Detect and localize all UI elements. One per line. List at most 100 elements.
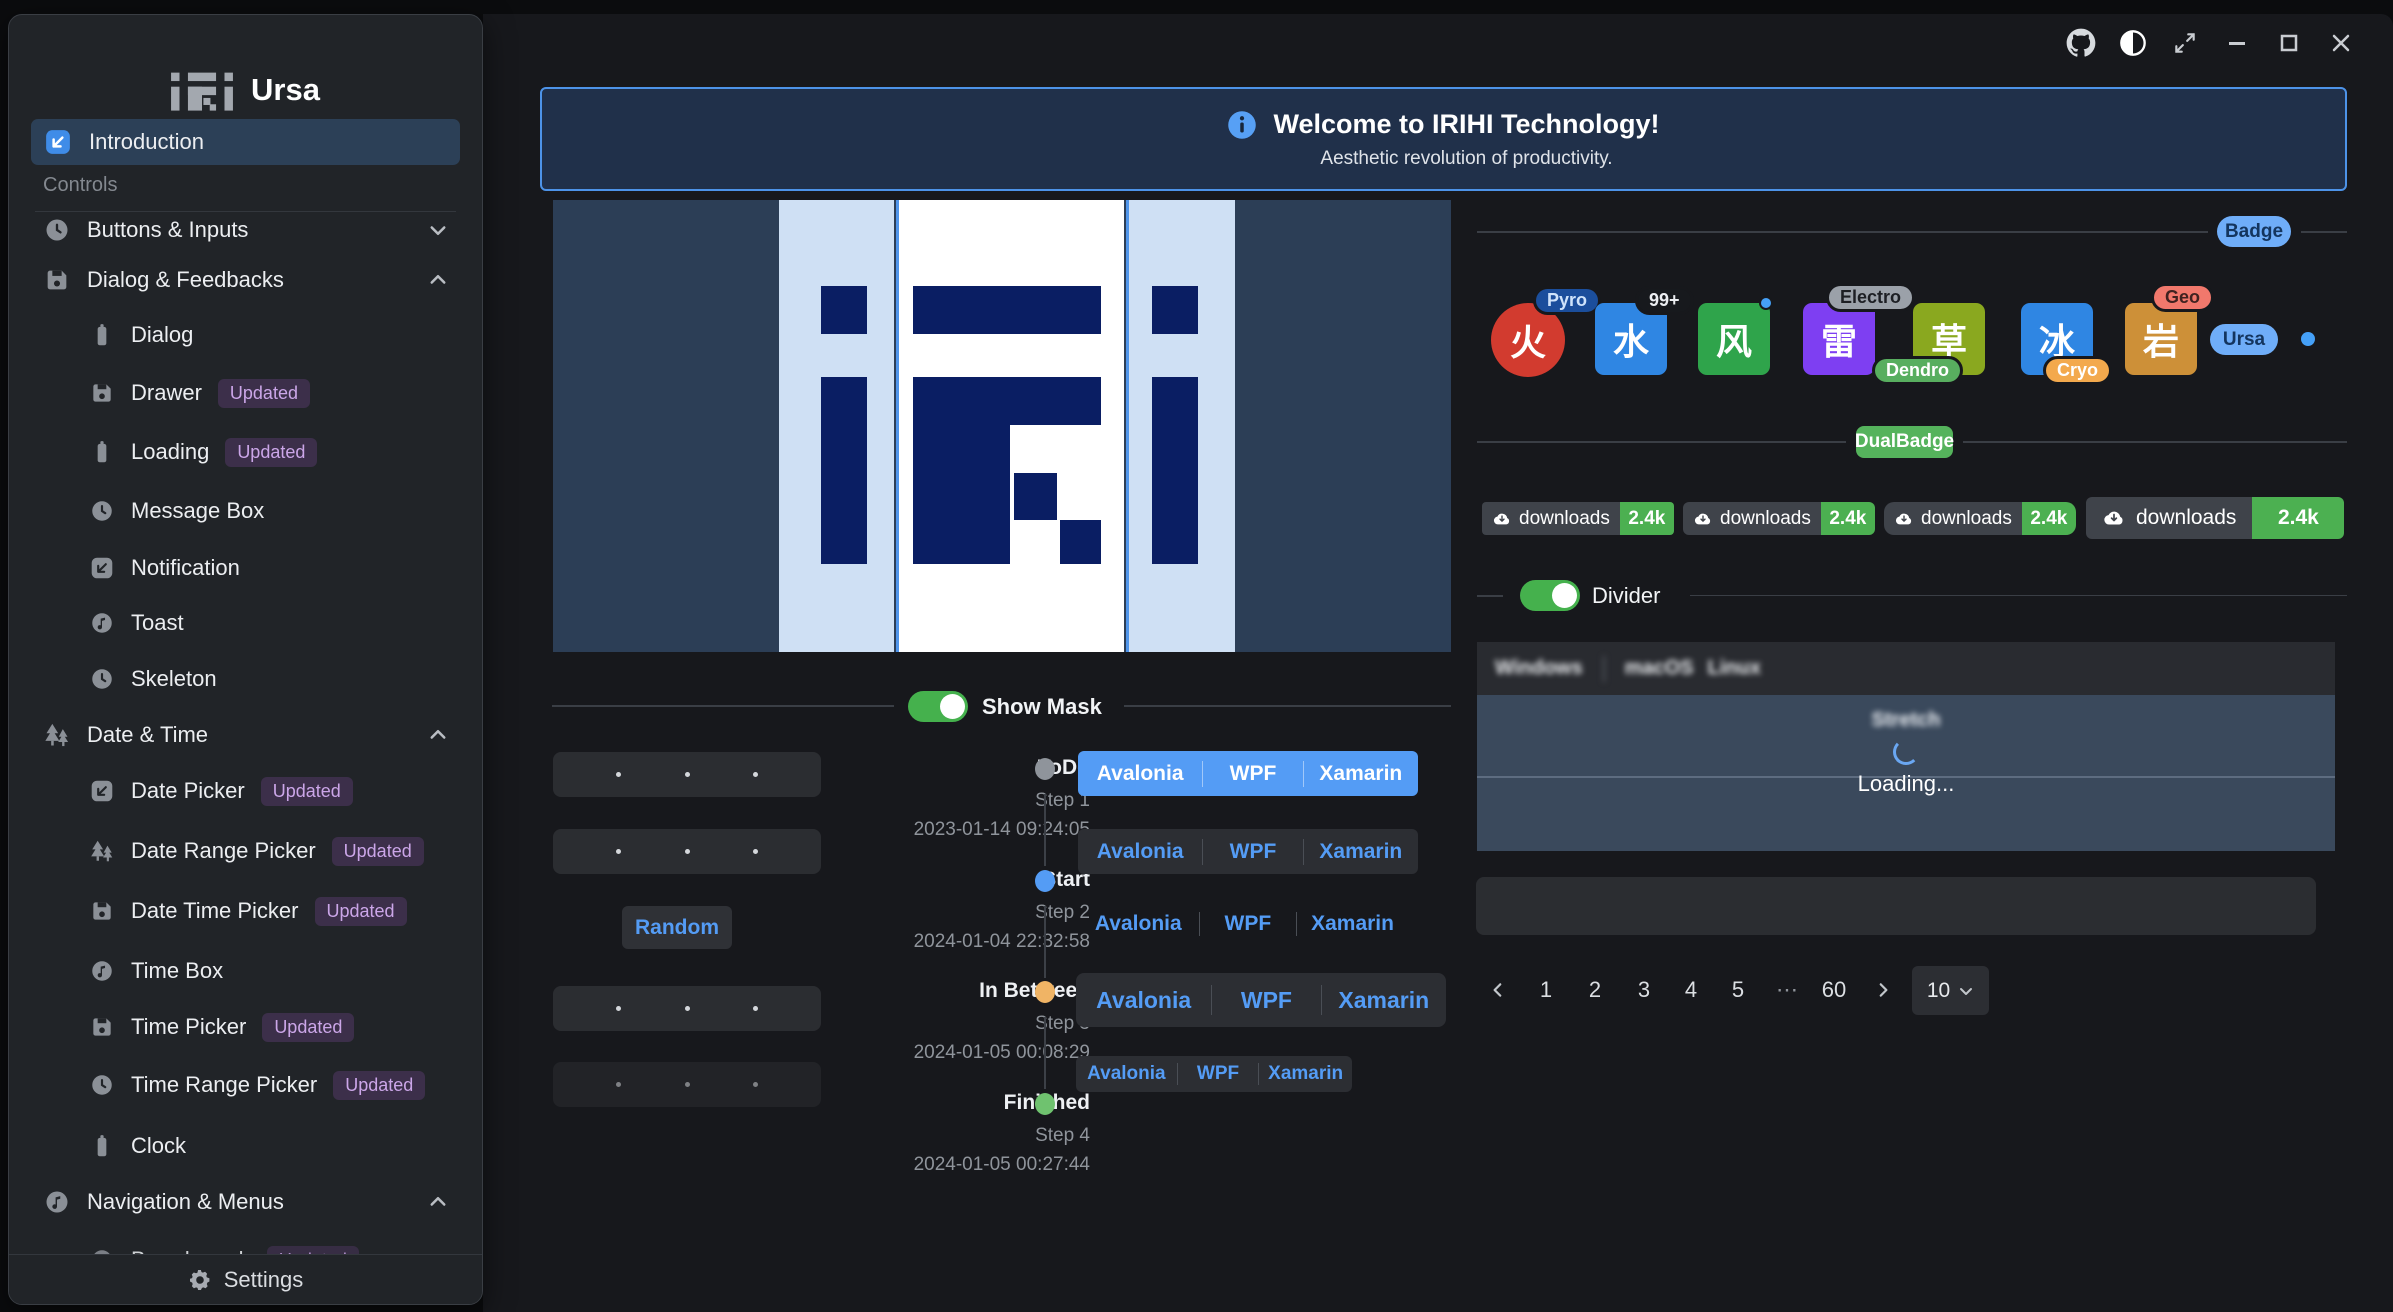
sidebar-item-message-box[interactable]: Message Box: [31, 488, 460, 534]
sidebar-item-label: Notification: [131, 555, 240, 581]
chevron-down-icon: [428, 220, 448, 240]
maximize-button[interactable]: [2263, 24, 2315, 62]
platform-wpf-button[interactable]: WPF: [1212, 987, 1320, 1014]
expand-icon: [2172, 30, 2198, 56]
date-input[interactable]: [553, 986, 821, 1031]
pagination-page-1[interactable]: 1: [1524, 966, 1568, 1014]
loading-panel: Stretch Loading...: [1477, 695, 2335, 851]
mask-edge-left[interactable]: [896, 200, 899, 652]
badge-cryo: Cryo: [2043, 356, 2112, 385]
sidebar-item-loading[interactable]: Loading Updated: [31, 429, 460, 475]
pagination-page-3[interactable]: 3: [1622, 966, 1666, 1014]
sidebar-group-buttons-inputs[interactable]: Buttons & Inputs: [31, 207, 460, 253]
pagination-prev-button[interactable]: [1476, 966, 1520, 1014]
platform-avalonia-button[interactable]: Avalonia: [1076, 987, 1211, 1014]
shield-label: downloads: [1921, 508, 2012, 530]
platform-avalonia-button[interactable]: Avalonia: [1078, 912, 1199, 936]
tab-windows[interactable]: Windows: [1495, 657, 1583, 680]
titlebar[interactable]: [483, 14, 2393, 72]
pagination-page-2[interactable]: 2: [1573, 966, 1617, 1014]
date-input[interactable]: [553, 829, 821, 874]
platform-avalonia-button[interactable]: Avalonia: [1078, 762, 1202, 786]
random-button[interactable]: Random: [622, 906, 732, 949]
floppy-icon: [43, 266, 71, 294]
sidebar-item-label: Dialog: [131, 322, 193, 348]
maximize-icon: [2277, 31, 2301, 55]
sidebar-group-dialog-feedbacks[interactable]: Dialog & Feedbacks: [31, 257, 460, 303]
minimize-button[interactable]: [2211, 24, 2263, 62]
show-mask-label: Show Mask: [982, 694, 1102, 720]
sidebar-item-date-picker[interactable]: Date Picker Updated: [31, 768, 460, 814]
sidebar-item-label: Time Picker: [131, 1014, 246, 1040]
platform-wpf-button[interactable]: WPF: [1178, 1063, 1259, 1085]
platform-group-dark: Avalonia WPF Xamarin: [1078, 829, 1418, 874]
fullscreen-button[interactable]: [2159, 24, 2211, 62]
badge-dot: [2301, 332, 2315, 346]
settings-label: Settings: [224, 1267, 304, 1293]
badge-dendro: Dendro: [1872, 356, 1963, 385]
cloud-download-icon: [1492, 509, 1512, 529]
platform-xamarin-button[interactable]: Xamarin: [1304, 762, 1418, 786]
platform-xamarin-button[interactable]: Xamarin: [1297, 912, 1408, 936]
sidebar-item-time-range-picker[interactable]: Time Range Picker Updated: [31, 1062, 460, 1108]
platform-wpf-button[interactable]: WPF: [1203, 762, 1302, 786]
platform-avalonia-button[interactable]: Avalonia: [1076, 1063, 1177, 1085]
sidebar-group-navigation-menus[interactable]: Navigation & Menus: [31, 1179, 460, 1225]
badge-geo: Geo: [2151, 283, 2214, 312]
step-dot-active: [1035, 870, 1055, 892]
date-input-disabled[interactable]: [553, 1062, 821, 1107]
pagination-page-4[interactable]: 4: [1669, 966, 1713, 1014]
shield-count: 2.4k: [1620, 502, 1674, 535]
clock-icon: [89, 498, 115, 524]
mask-edge-right[interactable]: [1126, 200, 1129, 652]
tab-macos[interactable]: macOS: [1625, 657, 1694, 680]
platform-xamarin-button[interactable]: Xamarin: [1322, 987, 1446, 1014]
divider-line: [1963, 441, 2347, 443]
platform-wpf-button[interactable]: WPF: [1203, 840, 1302, 864]
loading-spinner-icon: [1893, 739, 1919, 765]
sidebar-item-label: Message Box: [131, 498, 264, 524]
music-note-icon: [89, 610, 115, 636]
divider-line: [552, 705, 894, 707]
sidebar-item-time-picker[interactable]: Time Picker Updated: [31, 1004, 460, 1050]
text-input[interactable]: [1476, 877, 2316, 935]
sidebar-item-skeleton[interactable]: Skeleton: [31, 656, 460, 702]
close-button[interactable]: [2315, 24, 2367, 62]
updated-badge: Updated: [262, 1013, 354, 1042]
platform-xamarin-button[interactable]: Xamarin: [1259, 1063, 1352, 1085]
show-mask-toggle[interactable]: [908, 691, 968, 722]
page-size-select[interactable]: 10: [1912, 966, 1989, 1015]
sidebar-item-dialog[interactable]: Dialog: [31, 312, 460, 358]
platform-avalonia-button[interactable]: Avalonia: [1078, 840, 1202, 864]
pagination-page-last[interactable]: 60: [1812, 966, 1856, 1014]
sidebar-item-clock[interactable]: Clock: [31, 1123, 460, 1169]
sidebar-item-toast[interactable]: Toast: [31, 600, 460, 646]
divider-toggle[interactable]: [1520, 580, 1580, 611]
updated-badge: Updated: [218, 379, 310, 408]
pagination-page-5[interactable]: 5: [1716, 966, 1760, 1014]
pagination-ellipsis[interactable]: ⋯: [1765, 966, 1809, 1014]
sidebar-item-label: Dialog & Feedbacks: [87, 267, 284, 293]
sidebar-item-drawer[interactable]: Drawer Updated: [31, 370, 460, 416]
sidebar-item-label: Loading: [131, 439, 209, 465]
github-button[interactable]: [2055, 24, 2107, 62]
date-input[interactable]: [553, 752, 821, 797]
pagination-next-button[interactable]: [1861, 966, 1905, 1014]
platform-xamarin-button[interactable]: Xamarin: [1304, 840, 1418, 864]
platform-wpf-button[interactable]: WPF: [1200, 912, 1296, 936]
settings-button[interactable]: Settings: [9, 1254, 482, 1304]
sidebar-item-time-box[interactable]: Time Box: [31, 948, 460, 994]
logo-pixel: [913, 377, 1010, 564]
chevron-up-icon: [428, 1192, 448, 1212]
tab-linux[interactable]: Linux: [1708, 657, 1761, 680]
theme-toggle-button[interactable]: [2107, 24, 2159, 62]
shield-label: downloads: [2136, 506, 2236, 530]
theme-icon: [2119, 29, 2147, 57]
sidebar-item-introduction[interactable]: Introduction: [31, 119, 460, 165]
sidebar-item-notification[interactable]: Notification: [31, 545, 460, 591]
sidebar-item-date-range-picker[interactable]: Date Range Picker Updated: [31, 828, 460, 874]
toggle-knob: [1552, 583, 1577, 608]
sidebar-item-date-time-picker[interactable]: Date Time Picker Updated: [31, 888, 460, 934]
sidebar-group-date-time[interactable]: Date & Time: [31, 712, 460, 758]
badge-pyro: Pyro: [1533, 286, 1601, 315]
